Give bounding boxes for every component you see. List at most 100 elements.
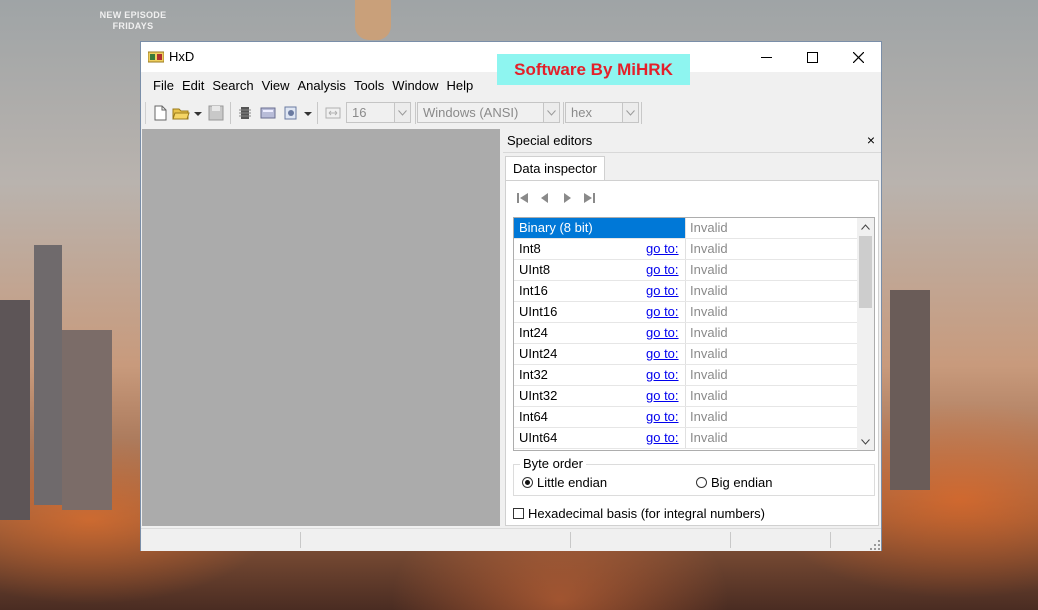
toolbar-grip: [145, 102, 146, 124]
open-dropdown-arrow-icon[interactable]: [193, 104, 203, 122]
menu-window[interactable]: Window: [388, 75, 442, 97]
charset-select[interactable]: Windows (ANSI): [417, 102, 560, 123]
table-row[interactable]: UInt64 go to: Invalid: [514, 428, 857, 449]
maximize-button[interactable]: [789, 42, 835, 72]
status-separator: [830, 532, 831, 548]
menu-analysis[interactable]: Analysis: [294, 75, 350, 97]
memory-icon[interactable]: [236, 104, 254, 122]
scrollbar-thumb[interactable]: [859, 236, 872, 308]
charset-value: Windows (ANSI): [423, 105, 519, 120]
row-value: Invalid: [690, 430, 728, 445]
menu-view[interactable]: View: [258, 75, 294, 97]
goto-link[interactable]: go to:: [646, 407, 679, 427]
goto-link[interactable]: go to:: [646, 260, 679, 280]
status-separator: [570, 532, 571, 548]
open-folder-icon[interactable]: [172, 104, 190, 122]
maximize-icon: [806, 51, 818, 63]
table-row[interactable]: Binary (8 bit) Invalid: [514, 218, 857, 239]
toolbar-separator: [563, 102, 564, 124]
inspector-grid: Binary (8 bit) Invalid Int8 go to: Inval…: [513, 217, 875, 451]
data-inspector-body: Binary (8 bit) Invalid Int8 go to: Inval…: [505, 180, 879, 526]
table-row[interactable]: Int24 go to: Invalid: [514, 323, 857, 344]
big-endian-radio[interactable]: Big endian: [696, 475, 772, 490]
background-building: [0, 300, 30, 520]
table-row[interactable]: Int16 go to: Invalid: [514, 281, 857, 302]
background-building: [890, 290, 930, 490]
row-value: Invalid: [690, 220, 728, 235]
hxd-window: HxD Software By MiHRK File Edit Search V…: [140, 41, 882, 551]
menu-tools[interactable]: Tools: [350, 75, 388, 97]
resize-grip-icon[interactable]: [870, 540, 880, 550]
little-endian-label: Little endian: [537, 475, 608, 490]
minimize-button[interactable]: [743, 42, 789, 72]
background-building: [62, 330, 112, 510]
vertical-scrollbar[interactable]: [857, 218, 874, 450]
disk-dropdown-arrow-icon[interactable]: [303, 104, 313, 122]
table-row[interactable]: UInt16 go to: Invalid: [514, 302, 857, 323]
close-button[interactable]: [835, 42, 881, 72]
chevron-down-icon: [394, 103, 410, 122]
toolbar: 16 Windows (ANSI) hex: [141, 100, 881, 126]
offset-base-select[interactable]: hex: [565, 102, 639, 123]
hex-basis-checkbox[interactable]: Hexadecimal basis (for integral numbers): [513, 506, 765, 521]
radio-selected-icon: [522, 477, 533, 488]
row-value: Invalid: [690, 325, 728, 340]
row-name: Binary (8 bit): [514, 218, 686, 238]
radio-unselected-icon: [696, 477, 707, 488]
minimize-icon: [760, 56, 772, 58]
menu-file[interactable]: File: [149, 75, 178, 97]
table-row[interactable]: Int64 go to: Invalid: [514, 407, 857, 428]
goto-link[interactable]: go to:: [646, 365, 679, 385]
table-row[interactable]: UInt8 go to: Invalid: [514, 260, 857, 281]
bytes-per-row-icon: [325, 107, 341, 119]
table-row[interactable]: Int32 go to: Invalid: [514, 365, 857, 386]
goto-link[interactable]: go to:: [646, 281, 679, 301]
tab-data-inspector[interactable]: Data inspector: [505, 156, 605, 181]
special-editors-panel: Special editors × Data inspector Binary …: [503, 129, 881, 526]
save-icon[interactable]: [207, 104, 225, 122]
menu-bar: File Edit Search View Analysis Tools Win…: [141, 75, 881, 97]
row-value: Invalid: [690, 304, 728, 319]
goto-link[interactable]: go to:: [646, 302, 679, 322]
panel-close-icon[interactable]: ×: [867, 132, 875, 148]
row-value: Invalid: [690, 241, 728, 256]
chevron-down-icon: [622, 103, 638, 122]
new-file-icon[interactable]: [151, 104, 169, 122]
table-row[interactable]: UInt24 go to: Invalid: [514, 344, 857, 365]
disk-image-icon[interactable]: [282, 104, 300, 122]
previous-icon[interactable]: [536, 189, 554, 207]
scroll-up-icon[interactable]: [857, 218, 874, 235]
scroll-down-icon[interactable]: [857, 433, 874, 450]
menu-edit[interactable]: Edit: [178, 75, 208, 97]
toolbar-separator: [230, 102, 231, 124]
disk-icon[interactable]: [259, 104, 277, 122]
goto-link[interactable]: go to:: [646, 239, 679, 259]
row-value: Invalid: [690, 388, 728, 403]
hxd-app-icon: [148, 51, 164, 63]
goto-link[interactable]: go to:: [646, 386, 679, 406]
next-icon[interactable]: [558, 189, 576, 207]
status-bar: [141, 528, 881, 551]
panel-title: Special editors: [507, 133, 593, 148]
last-icon[interactable]: [580, 189, 598, 207]
promo-line-2: FRIDAYS: [112, 21, 154, 31]
big-endian-label: Big endian: [711, 475, 773, 490]
editor-area[interactable]: [142, 129, 500, 526]
goto-link[interactable]: go to:: [646, 323, 679, 343]
row-value: Invalid: [690, 409, 728, 424]
little-endian-radio[interactable]: Little endian: [522, 475, 607, 490]
toolbar-separator: [641, 102, 642, 124]
menu-help[interactable]: Help: [443, 75, 478, 97]
goto-link[interactable]: go to:: [646, 428, 679, 448]
menu-search[interactable]: Search: [208, 75, 257, 97]
table-row[interactable]: Int8 go to: Invalid: [514, 239, 857, 260]
toolbar-separator: [415, 102, 416, 124]
bytes-per-row-value: 16: [352, 105, 367, 120]
first-icon[interactable]: [514, 189, 532, 207]
bytes-per-row-select[interactable]: 16: [346, 102, 411, 123]
goto-link[interactable]: go to:: [646, 344, 679, 364]
close-icon: [852, 51, 864, 63]
promo-line-1: NEW EPISODE: [99, 10, 167, 20]
panel-header: Special editors ×: [503, 129, 881, 153]
table-row[interactable]: UInt32 go to: Invalid: [514, 386, 857, 407]
